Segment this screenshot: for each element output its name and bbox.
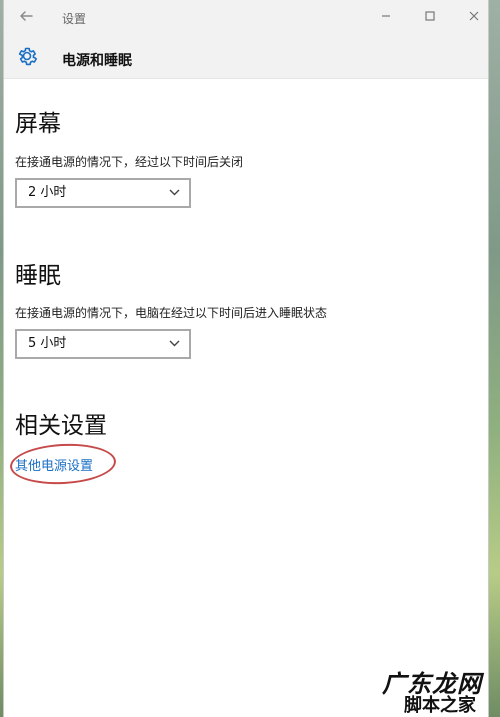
page-title: 电源和睡眠: [62, 53, 132, 69]
screen-section-title: 屏幕: [15, 111, 61, 137]
page-header: 电源和睡眠: [4, 36, 488, 79]
highlight-circle: [9, 441, 117, 487]
maximize-icon: [425, 11, 435, 21]
chevron-down-icon: [169, 340, 180, 347]
sleep-timeout-value: 5 小时: [28, 336, 67, 351]
screen-timeout-value: 2 小时: [28, 185, 67, 200]
close-button[interactable]: [461, 6, 487, 30]
sleep-timeout-select[interactable]: 5 小时: [15, 329, 191, 359]
sleep-section-title: 睡眠: [15, 263, 61, 289]
minimize-button[interactable]: [373, 6, 399, 30]
minimize-icon: [382, 15, 390, 17]
settings-window: 设置 电源和睡眠 屏幕 在接通电源的情况下，经过以下时间后关闭 2 小时 睡眠 …: [4, 0, 488, 717]
title-bar: 设置: [4, 0, 488, 36]
screen-timeout-select[interactable]: 2 小时: [15, 178, 191, 208]
window-title: 设置: [62, 12, 87, 26]
back-arrow-icon: [20, 11, 33, 21]
sleep-description: 在接通电源的情况下，电脑在经过以下时间后进入睡眠状态: [15, 306, 328, 320]
related-settings-title: 相关设置: [15, 413, 107, 439]
back-button[interactable]: [14, 6, 38, 30]
maximize-button[interactable]: [417, 6, 443, 30]
watermark-line-2: 脚本之家: [404, 695, 476, 716]
chevron-down-icon: [169, 189, 180, 196]
close-icon: [469, 11, 479, 21]
screen-description: 在接通电源的情况下，经过以下时间后关闭: [15, 155, 244, 169]
gear-icon: [18, 47, 37, 66]
